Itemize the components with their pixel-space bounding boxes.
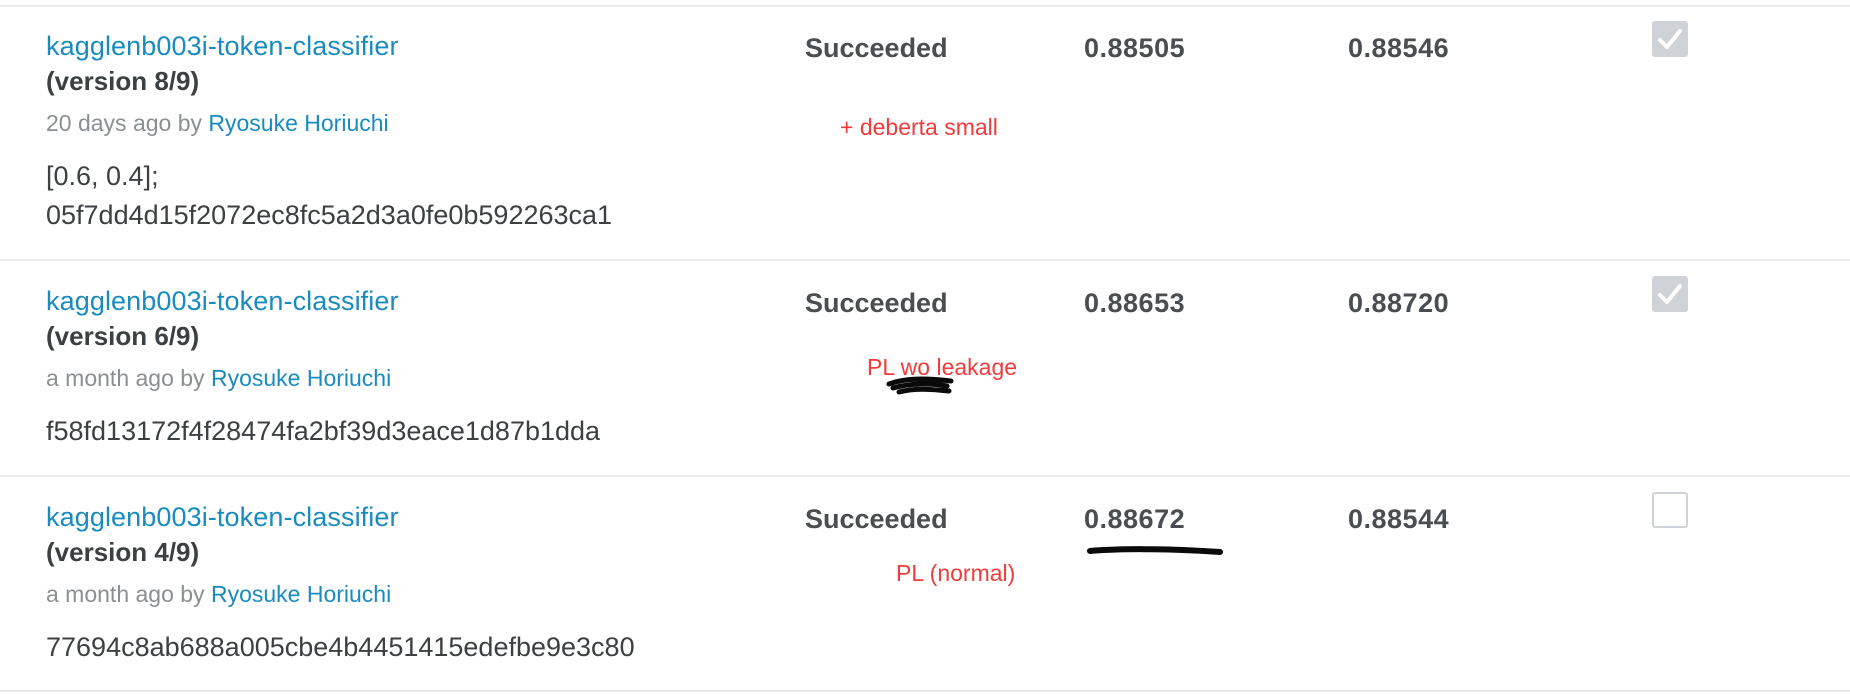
select-checkbox[interactable] — [1652, 21, 1688, 57]
private-score: 0.88544 — [1348, 504, 1450, 534]
author-link[interactable]: Ryosuke Horiuchi — [208, 110, 388, 136]
submission-meta: 20 days ago by Ryosuke Horiuchi — [46, 110, 389, 137]
submission-description-line: 05f7dd4d15f2072ec8fc5a2d3a0fe0b592263ca1 — [46, 200, 613, 230]
submission-description-line: f58fd13172f4f28474fa2bf39d3eace1d87b1dda — [46, 416, 601, 446]
submission-status: Succeeded — [805, 33, 948, 63]
notebook-version: (version 8/9) — [46, 66, 200, 96]
submission-time: 20 days ago by — [46, 110, 203, 136]
private-score: 0.88546 — [1348, 33, 1450, 63]
row-divider — [0, 690, 1850, 692]
submission-time: a month ago by — [46, 581, 205, 607]
select-checkbox[interactable] — [1652, 492, 1688, 528]
notebook-title-link[interactable]: kagglenb003i-token-classifier — [46, 31, 399, 62]
handwritten-annotation: + deberta small — [840, 114, 998, 140]
private-score: 0.88720 — [1348, 288, 1450, 318]
public-score: 0.88653 — [1084, 288, 1186, 318]
checkmark-icon — [1658, 29, 1682, 49]
notebook-version: (version 4/9) — [46, 537, 200, 567]
submission-description-line: 77694c8ab688a005cbe4b4451415edefbe9e3c80 — [46, 632, 635, 662]
submissions-list: kagglenb003i-token-classifier (version 8… — [0, 0, 1850, 694]
scribble-mark — [886, 376, 954, 395]
row-divider — [0, 5, 1850, 7]
handwritten-annotation: PL (normal) — [896, 560, 1016, 586]
submission-time: a month ago by — [46, 365, 205, 391]
author-link[interactable]: Ryosuke Horiuchi — [211, 581, 391, 607]
submission-status: Succeeded — [805, 504, 948, 534]
row-divider — [0, 475, 1850, 477]
row-divider — [0, 259, 1850, 261]
select-checkbox[interactable] — [1652, 276, 1688, 312]
notebook-title-link[interactable]: kagglenb003i-token-classifier — [46, 502, 399, 533]
submission-status: Succeeded — [805, 288, 948, 318]
submission-meta: a month ago by Ryosuke Horiuchi — [46, 365, 391, 392]
submission-description-line: [0.6, 0.4]; — [46, 161, 159, 191]
submission-meta: a month ago by Ryosuke Horiuchi — [46, 581, 391, 608]
public-score: 0.88672 — [1084, 504, 1186, 534]
public-score: 0.88505 — [1084, 33, 1186, 63]
underline-mark — [1087, 546, 1223, 555]
notebook-title-link[interactable]: kagglenb003i-token-classifier — [46, 286, 399, 317]
notebook-version: (version 6/9) — [46, 321, 200, 351]
author-link[interactable]: Ryosuke Horiuchi — [211, 365, 391, 391]
checkmark-icon — [1658, 284, 1682, 304]
